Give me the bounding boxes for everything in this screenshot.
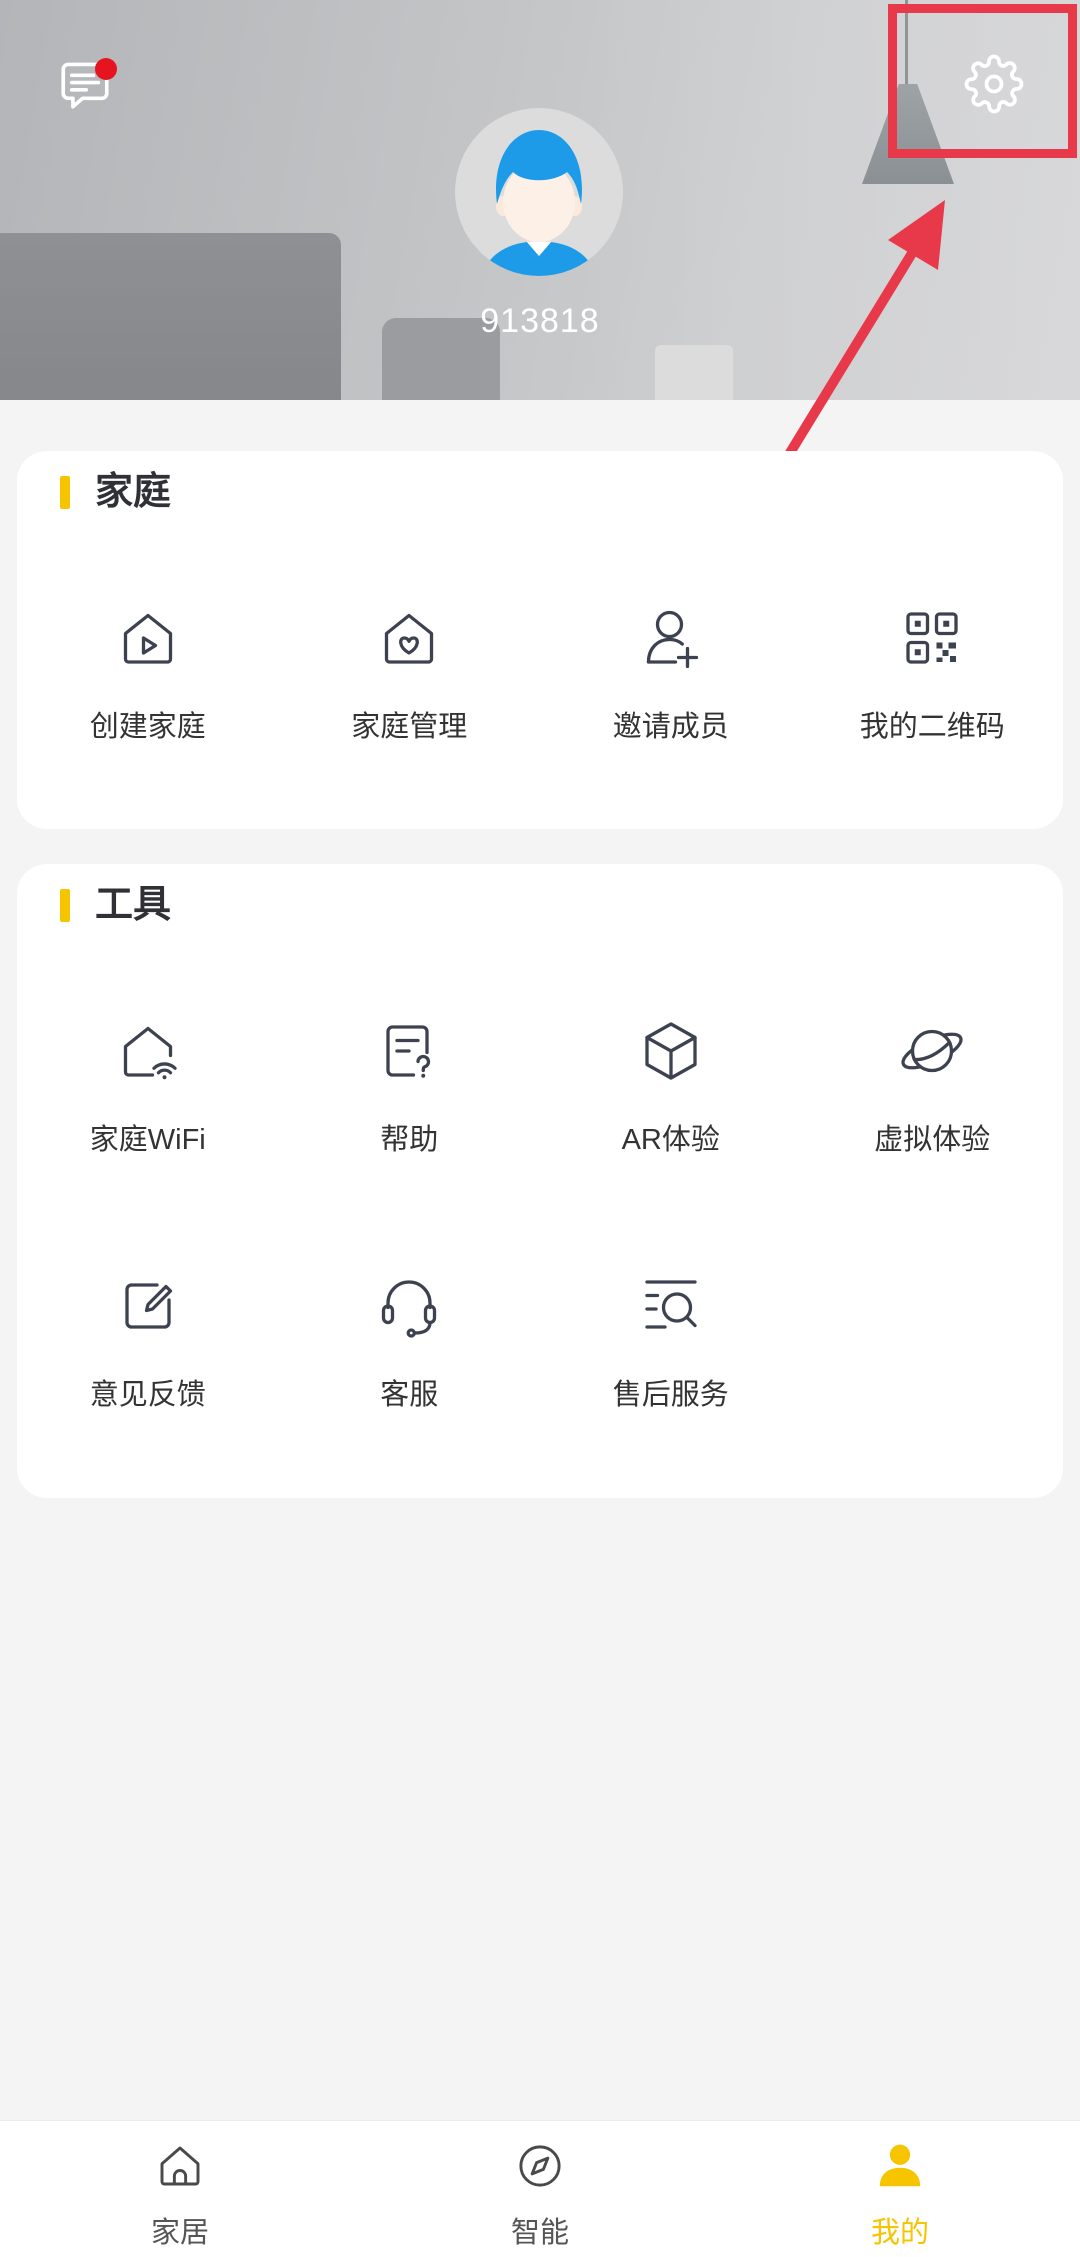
item-label: 家庭WiFi bbox=[89, 1124, 206, 1156]
feedback-item[interactable]: 意见反馈 bbox=[17, 1270, 279, 1415]
my-qr-code-item[interactable]: 我的二维码 bbox=[802, 602, 1064, 747]
messages-button[interactable] bbox=[56, 56, 117, 114]
header-photo-vase bbox=[655, 345, 733, 400]
item-label: 邀请成员 bbox=[612, 711, 729, 743]
after-sales-item[interactable]: 售后服务 bbox=[540, 1270, 802, 1415]
title-accent-bar bbox=[60, 475, 70, 509]
section-title-text: 家庭 bbox=[95, 471, 172, 513]
family-grid: 创建家庭 家庭管理 邀请成员 我的二维码 bbox=[17, 602, 1063, 747]
user-icon bbox=[873, 2139, 927, 2193]
feedback-edit-icon bbox=[112, 1270, 184, 1342]
invite-member-item[interactable]: 邀请成员 bbox=[540, 602, 802, 747]
headset-icon bbox=[373, 1270, 445, 1342]
tab-label: 家居 bbox=[150, 2217, 209, 2249]
create-family-item[interactable]: 创建家庭 bbox=[17, 602, 279, 747]
header-photo-lamp-cord bbox=[905, 0, 908, 88]
cube-icon bbox=[635, 1015, 707, 1087]
family-management-item[interactable]: 家庭管理 bbox=[279, 602, 541, 747]
unread-dot bbox=[95, 58, 117, 80]
planet-icon bbox=[896, 1015, 968, 1087]
house-heart-icon bbox=[373, 602, 445, 674]
house-wifi-icon bbox=[112, 1015, 184, 1087]
item-label: 创建家庭 bbox=[89, 711, 206, 743]
ar-experience-item[interactable]: AR体验 bbox=[540, 1015, 802, 1160]
tab-smart[interactable]: 智能 bbox=[360, 2121, 720, 2257]
house-play-icon bbox=[112, 602, 184, 674]
gear-icon bbox=[964, 54, 1024, 114]
compass-icon bbox=[513, 2139, 567, 2193]
avatar-icon bbox=[455, 108, 623, 276]
item-label: 售后服务 bbox=[612, 1379, 729, 1411]
search-list-icon bbox=[635, 1270, 707, 1342]
title-accent-bar bbox=[60, 888, 70, 922]
tools-card: 工具 家庭WiFi 帮助 AR体验 虚拟体验 意见反馈 客服 售后服务 bbox=[17, 864, 1063, 1498]
virtual-experience-item[interactable]: 虚拟体验 bbox=[802, 1015, 1064, 1160]
item-label: 意见反馈 bbox=[89, 1379, 206, 1411]
section-title-text: 工具 bbox=[95, 884, 172, 926]
help-item[interactable]: 帮助 bbox=[279, 1015, 541, 1160]
home-wifi-item[interactable]: 家庭WiFi bbox=[17, 1015, 279, 1160]
section-title: 家庭 bbox=[60, 471, 171, 513]
tools-grid: 家庭WiFi 帮助 AR体验 虚拟体验 意见反馈 客服 售后服务 bbox=[17, 1015, 1063, 1415]
tab-label: 我的 bbox=[870, 2217, 929, 2249]
tab-label: 智能 bbox=[510, 2217, 569, 2249]
profile-header: 913818 bbox=[0, 0, 1080, 400]
bottom-tab-bar: 家居 智能 我的 bbox=[0, 2120, 1080, 2257]
tab-mine[interactable]: 我的 bbox=[720, 2121, 1080, 2257]
tab-home[interactable]: 家居 bbox=[0, 2121, 360, 2257]
item-label: 虚拟体验 bbox=[874, 1124, 991, 1156]
family-card: 家庭 创建家庭 家庭管理 邀请成员 我的二维码 bbox=[17, 451, 1063, 829]
settings-button[interactable] bbox=[964, 54, 1024, 114]
user-add-icon bbox=[635, 602, 707, 674]
qr-code-icon bbox=[896, 602, 968, 674]
avatar[interactable] bbox=[455, 108, 623, 276]
item-label: 家庭管理 bbox=[351, 711, 468, 743]
section-title: 工具 bbox=[60, 884, 171, 926]
username: 913818 bbox=[480, 302, 600, 340]
home-icon bbox=[153, 2139, 207, 2193]
item-label: AR体验 bbox=[621, 1124, 720, 1156]
item-label: 客服 bbox=[380, 1379, 439, 1411]
customer-service-item[interactable]: 客服 bbox=[279, 1270, 541, 1415]
help-document-icon bbox=[373, 1015, 445, 1087]
item-label: 帮助 bbox=[380, 1124, 439, 1156]
item-label: 我的二维码 bbox=[859, 711, 1005, 743]
